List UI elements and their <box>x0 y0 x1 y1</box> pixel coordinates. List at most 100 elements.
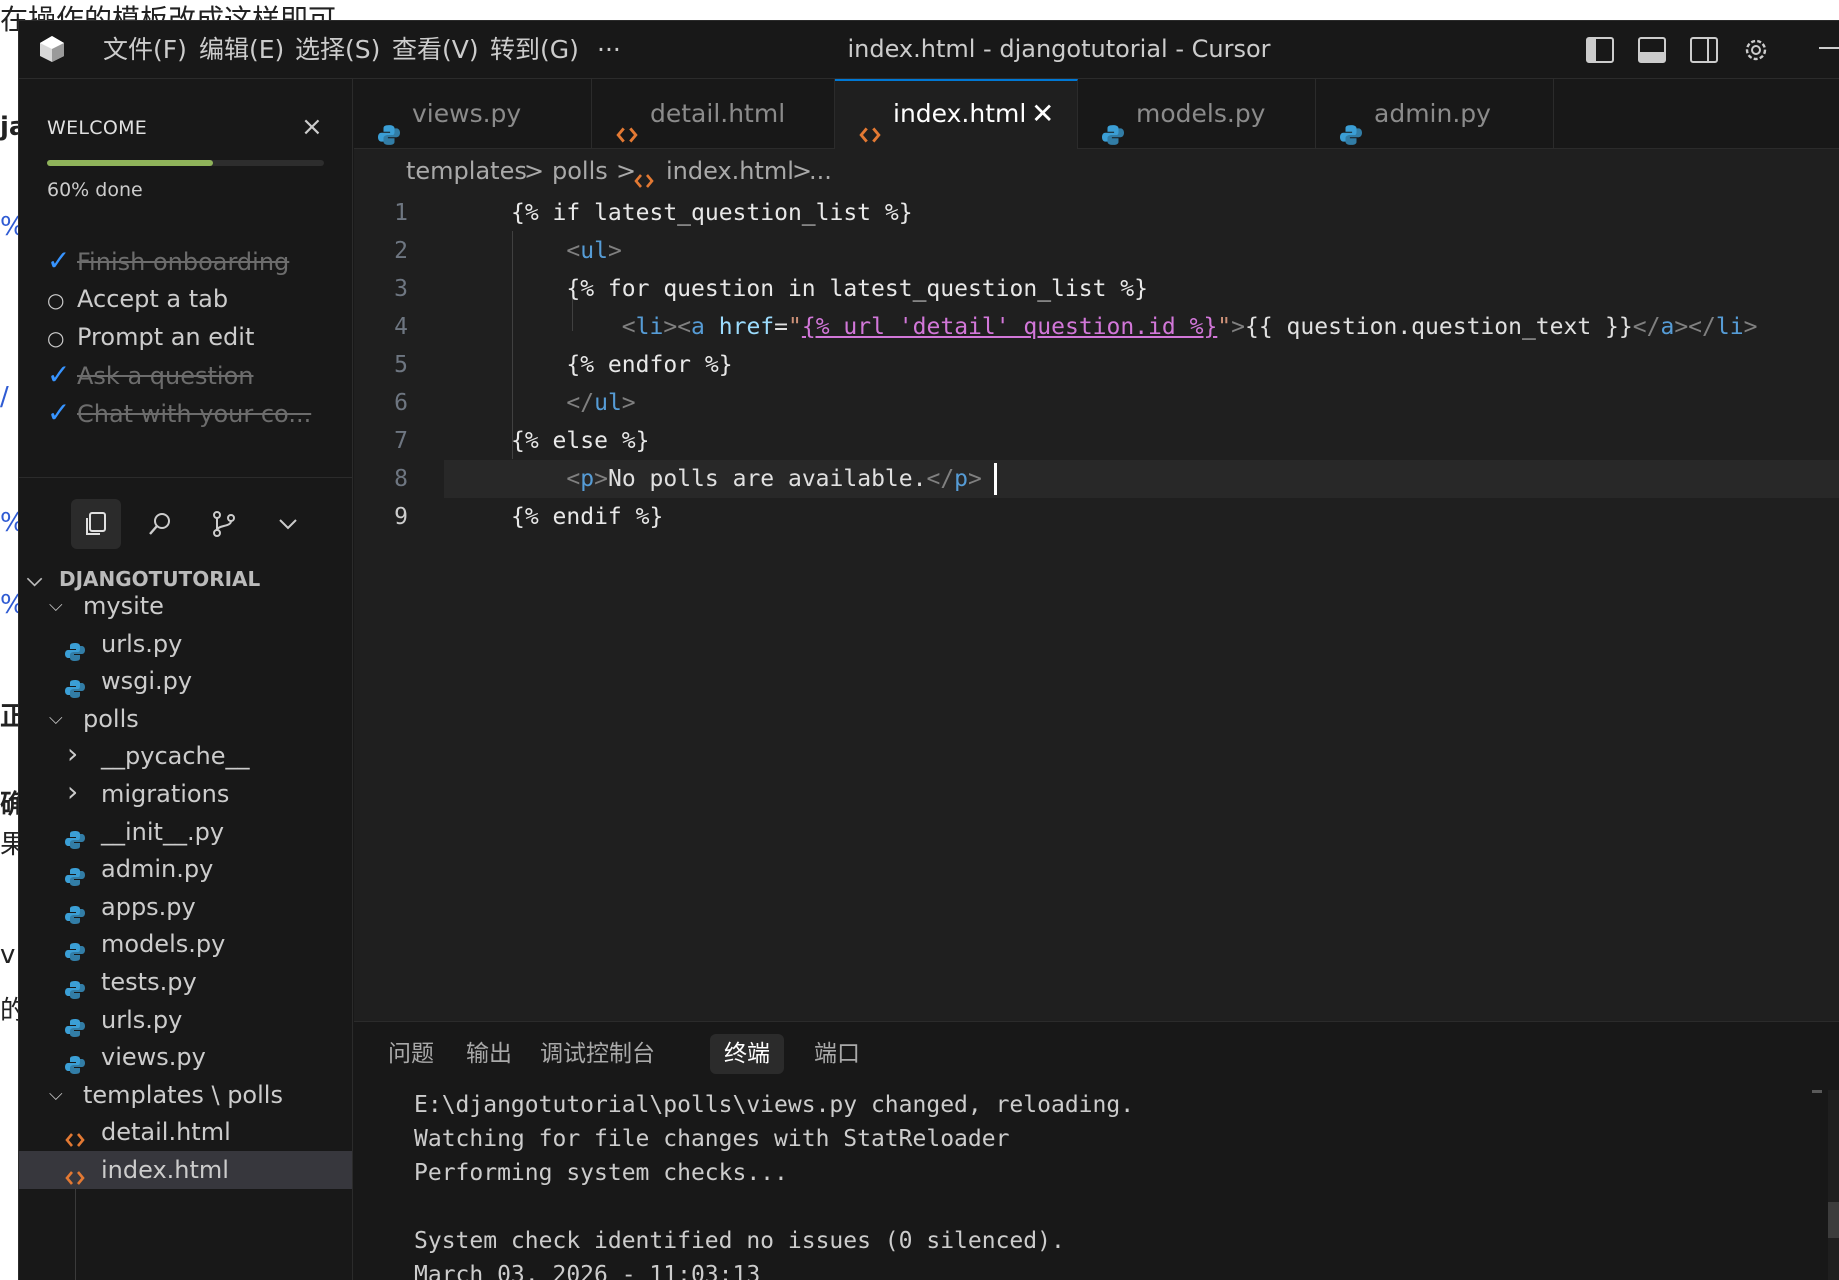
code-line[interactable]: </ul> <box>511 384 635 422</box>
onboarding-task-label: Finish onboarding <box>77 248 290 276</box>
tab-icon-wrapper <box>1340 103 1362 145</box>
file-icon-wrapper <box>65 1161 85 1185</box>
onboarding-task[interactable]: ✓ Finish onboarding <box>47 241 337 281</box>
chevron-right-icon: › <box>67 775 79 808</box>
code-line[interactable]: {% endfor %} <box>511 346 732 384</box>
menu-item[interactable]: 编辑(E) <box>199 33 284 67</box>
code-line[interactable]: <p>No polls are available.</p> <box>511 460 982 498</box>
html-file-icon <box>634 174 654 188</box>
tree-file[interactable]: tests.py <box>19 963 352 1001</box>
tree-folder[interactable]: ⌵ polls <box>19 700 352 738</box>
tree-folder[interactable]: › migrations <box>19 775 352 813</box>
onboarding-task-label: Ask a question <box>77 362 254 390</box>
breadcrumb-item[interactable]: ... <box>809 149 832 193</box>
code-token: " <box>1217 314 1232 340</box>
code-token: > <box>1743 314 1758 340</box>
tree-file[interactable]: views.py <box>19 1038 352 1076</box>
code-line[interactable]: {% endif %} <box>511 498 663 536</box>
code-token: </ <box>1632 314 1661 340</box>
onboarding-task-label: Accept a tab <box>77 285 229 313</box>
python-file-icon <box>65 830 85 849</box>
minimize-icon[interactable] <box>1819 47 1839 49</box>
terminal-scrollbar[interactable] <box>1828 1090 1839 1280</box>
tree-folder[interactable]: ⌵ mysite <box>19 587 352 625</box>
tree-folder[interactable]: ⌵ templates \ polls <box>19 1076 352 1114</box>
more-views-button[interactable] <box>263 499 313 549</box>
code-token: a <box>1660 314 1675 340</box>
tree-file[interactable]: wsgi.py <box>19 662 352 700</box>
panel-tab[interactable]: 调试控制台 <box>526 1034 669 1074</box>
breadcrumb: templates > polls > index.html >... <box>354 149 1839 193</box>
code-editor[interactable]: 1 {% if latest_question_list %} 2 <ul> 3 {%… <box>354 193 1839 1023</box>
tree-file[interactable]: models.py <box>19 925 352 963</box>
source-control-view-button[interactable] <box>199 499 249 549</box>
file-icon-wrapper <box>65 823 85 849</box>
python-file-icon <box>1102 125 1124 145</box>
welcome-title: WELCOME <box>47 117 148 139</box>
panel-tab[interactable]: 输出 <box>452 1034 526 1074</box>
code-token: {{ question.question_text }} <box>1245 314 1633 340</box>
tree-folder[interactable]: › __pycache__ <box>19 737 352 775</box>
menu-item[interactable]: 查看(V) <box>392 33 479 67</box>
tree-file[interactable]: apps.py <box>19 888 352 926</box>
onboarding-task[interactable]: ✓ Ask a question <box>47 355 337 395</box>
code-token: p <box>954 466 969 492</box>
line-number: 8 <box>394 466 408 492</box>
menu-item[interactable]: 转到(G) <box>490 33 579 67</box>
onboarding-task[interactable]: ○ Accept a tab <box>47 279 337 319</box>
code-line[interactable]: {% if latest_question_list %} <box>511 194 913 232</box>
tree-file[interactable]: urls.py <box>19 1001 352 1039</box>
code-line[interactable]: {% for question in latest_question_list … <box>511 270 1148 308</box>
onboarding-task[interactable]: ○ Prompt an edit <box>47 317 337 357</box>
code-token: > <box>607 238 622 264</box>
line-number: 6 <box>394 390 408 416</box>
terminal-scroll-thumb[interactable] <box>1828 1202 1839 1238</box>
tree-file[interactable]: detail.html <box>19 1113 352 1151</box>
onboarding-progress-bar <box>47 160 324 166</box>
breadcrumb-item[interactable]: polls <box>552 149 608 193</box>
more-menu-button[interactable]: ··· <box>597 33 621 67</box>
toggle-secondary-sidebar-icon[interactable] <box>1688 35 1720 65</box>
breadcrumb-item[interactable]: index.html <box>666 149 794 193</box>
editor-tab[interactable]: detail.html <box>592 79 835 149</box>
toggle-primary-sidebar-icon[interactable] <box>1584 35 1616 65</box>
background-doc-fragment: v <box>0 940 16 970</box>
breadcrumb-item[interactable]: templates <box>406 149 527 193</box>
panel-tab[interactable]: 终端 <box>710 1034 784 1074</box>
editor-tab-label: admin.py <box>1374 99 1491 128</box>
tree-file[interactable]: admin.py <box>19 850 352 888</box>
toggle-panel-icon[interactable] <box>1636 35 1668 65</box>
terminal-line: System check identified no issues (0 sil… <box>414 1228 1065 1254</box>
progress-label: 60% done <box>47 179 143 201</box>
window-title: index.html - djangotutorial - Cursor <box>847 35 1271 63</box>
code-line[interactable]: <li><a href="{% url 'detail' question.id… <box>511 308 1758 346</box>
menu-item[interactable]: 文件(F) <box>103 33 187 67</box>
code-token: " <box>788 314 802 340</box>
editor-tab[interactable]: views.py <box>354 79 592 149</box>
settings-gear-icon[interactable] <box>1740 35 1772 65</box>
welcome-close-icon[interactable]: × <box>301 113 323 141</box>
panel-tab[interactable]: 问题 <box>374 1034 448 1074</box>
tree-file[interactable]: urls.py <box>19 625 352 663</box>
code-line[interactable]: <ul> <box>511 232 622 270</box>
editor-tab[interactable]: index.html ✕ <box>835 79 1078 149</box>
explorer-view-button[interactable] <box>71 499 121 549</box>
tab-close-icon[interactable]: ✕ <box>1031 81 1054 147</box>
line-number: 1 <box>394 200 408 226</box>
tree-file-label: index.html <box>101 1156 229 1184</box>
tree-file-label: wsgi.py <box>101 667 193 696</box>
panel-tab[interactable]: 端口 <box>800 1034 874 1074</box>
editor-tab[interactable]: admin.py <box>1316 79 1554 149</box>
tree-file[interactable]: index.html <box>19 1151 352 1189</box>
editor-tab[interactable]: models.py <box>1078 79 1316 149</box>
tree-file[interactable]: __init__.py <box>19 813 352 851</box>
search-view-button[interactable] <box>135 499 185 549</box>
breadcrumb-separator: > <box>524 157 545 185</box>
chevron-down-icon: ⌵ <box>49 1083 63 1105</box>
code-line[interactable]: {% else %} <box>511 422 649 460</box>
onboarding-task[interactable]: ✓ Chat with your co... <box>47 393 337 433</box>
menu-item[interactable]: 选择(S) <box>295 33 380 67</box>
code-token: </ <box>926 466 955 492</box>
